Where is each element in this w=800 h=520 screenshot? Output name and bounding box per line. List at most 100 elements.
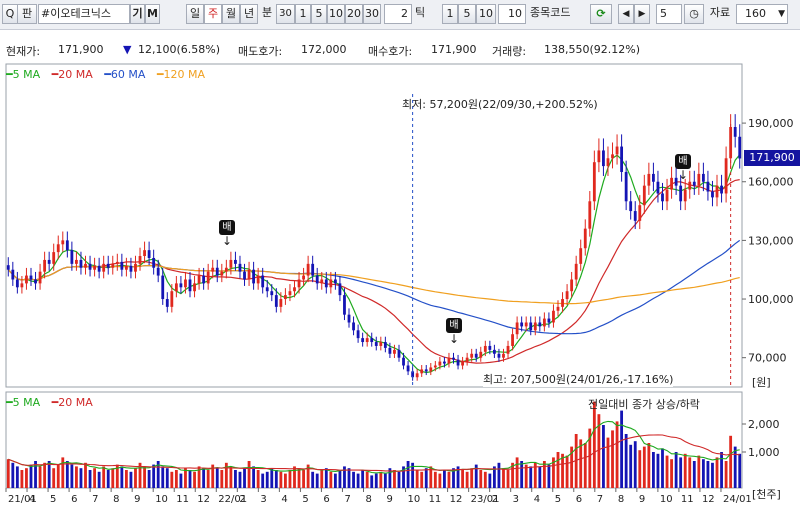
minute-1-button[interactable]: 1 [295, 4, 311, 24]
minute-30s-button[interactable]: 30 [276, 4, 295, 24]
volume-bar [61, 457, 65, 488]
volume-bar [683, 453, 687, 488]
date-tick-label: 6 [71, 494, 77, 505]
candle-body [197, 275, 201, 284]
candle-body [511, 334, 514, 346]
candle-body [165, 299, 169, 307]
price-tick-label: 190,000 [748, 117, 794, 130]
volume-bar [361, 470, 365, 488]
high-annotation: 최고: 207,500원(24/01/26,-17.16%) [483, 371, 674, 387]
refresh-icon[interactable]: ⟳ [590, 4, 612, 24]
tick-custom-input[interactable]: 10 [498, 4, 526, 24]
candle-body [261, 275, 265, 288]
price-unit: [원] [752, 376, 771, 389]
candle-body [470, 353, 474, 358]
stock-name-field[interactable]: #이오테크닉스 [38, 4, 130, 24]
volume-tick-label: 1,000 [748, 446, 780, 459]
candle-body [397, 349, 401, 358]
tick-count-input[interactable]: 2 [384, 4, 412, 24]
volume-bar [647, 443, 651, 488]
data-count-value: 160 [745, 7, 766, 20]
volume-bar [65, 461, 69, 488]
signal-badge-1[interactable]: 배 [219, 220, 235, 235]
count-input[interactable]: 5 [656, 4, 682, 24]
volume-bar [134, 468, 137, 488]
candle-body [106, 263, 110, 268]
volume-bar [542, 461, 546, 488]
candle-body [447, 357, 451, 364]
date-tick-label: 9 [134, 494, 140, 505]
candle-body [565, 291, 569, 300]
date-tick-label: 11 [429, 494, 442, 505]
period-week-button[interactable]: 주 [204, 4, 222, 24]
candle-body [274, 295, 278, 307]
volume-bar [670, 459, 673, 488]
volume-bar [547, 464, 551, 488]
volume-bar [11, 462, 15, 488]
tick-5-button[interactable]: 5 [458, 4, 476, 24]
candle-body [124, 265, 128, 270]
volume-bar [393, 470, 396, 488]
period-year-button[interactable]: 년 [240, 4, 258, 24]
candle-body [602, 150, 605, 167]
tick-10-button[interactable]: 10 [476, 4, 496, 24]
date-tick-label: 6 [576, 494, 582, 505]
minute-30-button[interactable]: 30 [363, 4, 381, 24]
next-arrow-icon[interactable]: ▶ [634, 4, 650, 24]
candle-body [620, 146, 624, 172]
stock-chart[interactable]: 190,000 160,000 130,000 100,000 70,000 2,000 1… [0, 62, 800, 517]
ask-price: 172,000 [301, 43, 347, 56]
volume-bar [75, 466, 78, 488]
minute-5-button[interactable]: 5 [311, 4, 327, 24]
volume-bar [679, 457, 683, 488]
minute-10-button[interactable]: 10 [327, 4, 345, 24]
volume-bar [329, 471, 333, 488]
data-count-select[interactable]: 160 ▼ [736, 4, 788, 24]
candle-body [393, 349, 396, 354]
chart-area[interactable]: 190,000 160,000 130,000 100,000 70,000 2,000 1… [0, 62, 800, 517]
date-tick-label: 6 [323, 494, 329, 505]
candle-body [256, 275, 260, 284]
period-day-button[interactable]: 일 [186, 4, 204, 24]
date-tick-label: 12 [702, 494, 715, 505]
volume-bar [265, 471, 269, 488]
candle-body [6, 265, 10, 270]
volume-bar [202, 468, 206, 488]
period-month-button[interactable]: 월 [222, 4, 240, 24]
candle-body [479, 351, 483, 358]
gi-button[interactable]: 기 [130, 4, 145, 24]
candle-body [720, 185, 723, 194]
volume-bar [247, 461, 251, 488]
volume-bar [338, 470, 342, 488]
volume-bar [229, 466, 233, 488]
clock-icon[interactable]: ◷ [684, 4, 704, 24]
volume-bar [297, 468, 301, 488]
candle-body [670, 177, 673, 190]
candle-body [361, 338, 365, 343]
candle-body [338, 283, 342, 296]
volume-bar [356, 473, 360, 488]
prev-arrow-icon[interactable]: ◀ [618, 4, 634, 24]
minute-20-button[interactable]: 20 [345, 4, 363, 24]
volume-bar [147, 470, 151, 488]
search-icon[interactable]: Q [2, 4, 18, 24]
volume-bar [274, 470, 278, 488]
m-button[interactable]: M [145, 4, 160, 24]
candle-body [138, 256, 142, 264]
candle-body [352, 322, 355, 331]
volume-bar [106, 470, 110, 488]
volume-bar [47, 461, 51, 488]
candle-body [538, 322, 542, 327]
signal-badge-2[interactable]: 배 [446, 318, 462, 333]
search-mode-button[interactable]: 판 [17, 4, 37, 24]
candle-body [111, 263, 115, 268]
price-info-bar: 현재가: 171,900 ▼ 12,100(6.58%) 매도호가: 172,0… [0, 40, 800, 62]
volume-bar [215, 468, 219, 488]
signal-badge-3[interactable]: 배 [675, 154, 691, 169]
candle-body [347, 314, 351, 323]
date-tick-label: 12 [450, 494, 463, 505]
candle-body [533, 322, 537, 331]
tick-1-button[interactable]: 1 [442, 4, 458, 24]
candle-body [52, 252, 56, 264]
volume-bar [352, 471, 355, 488]
